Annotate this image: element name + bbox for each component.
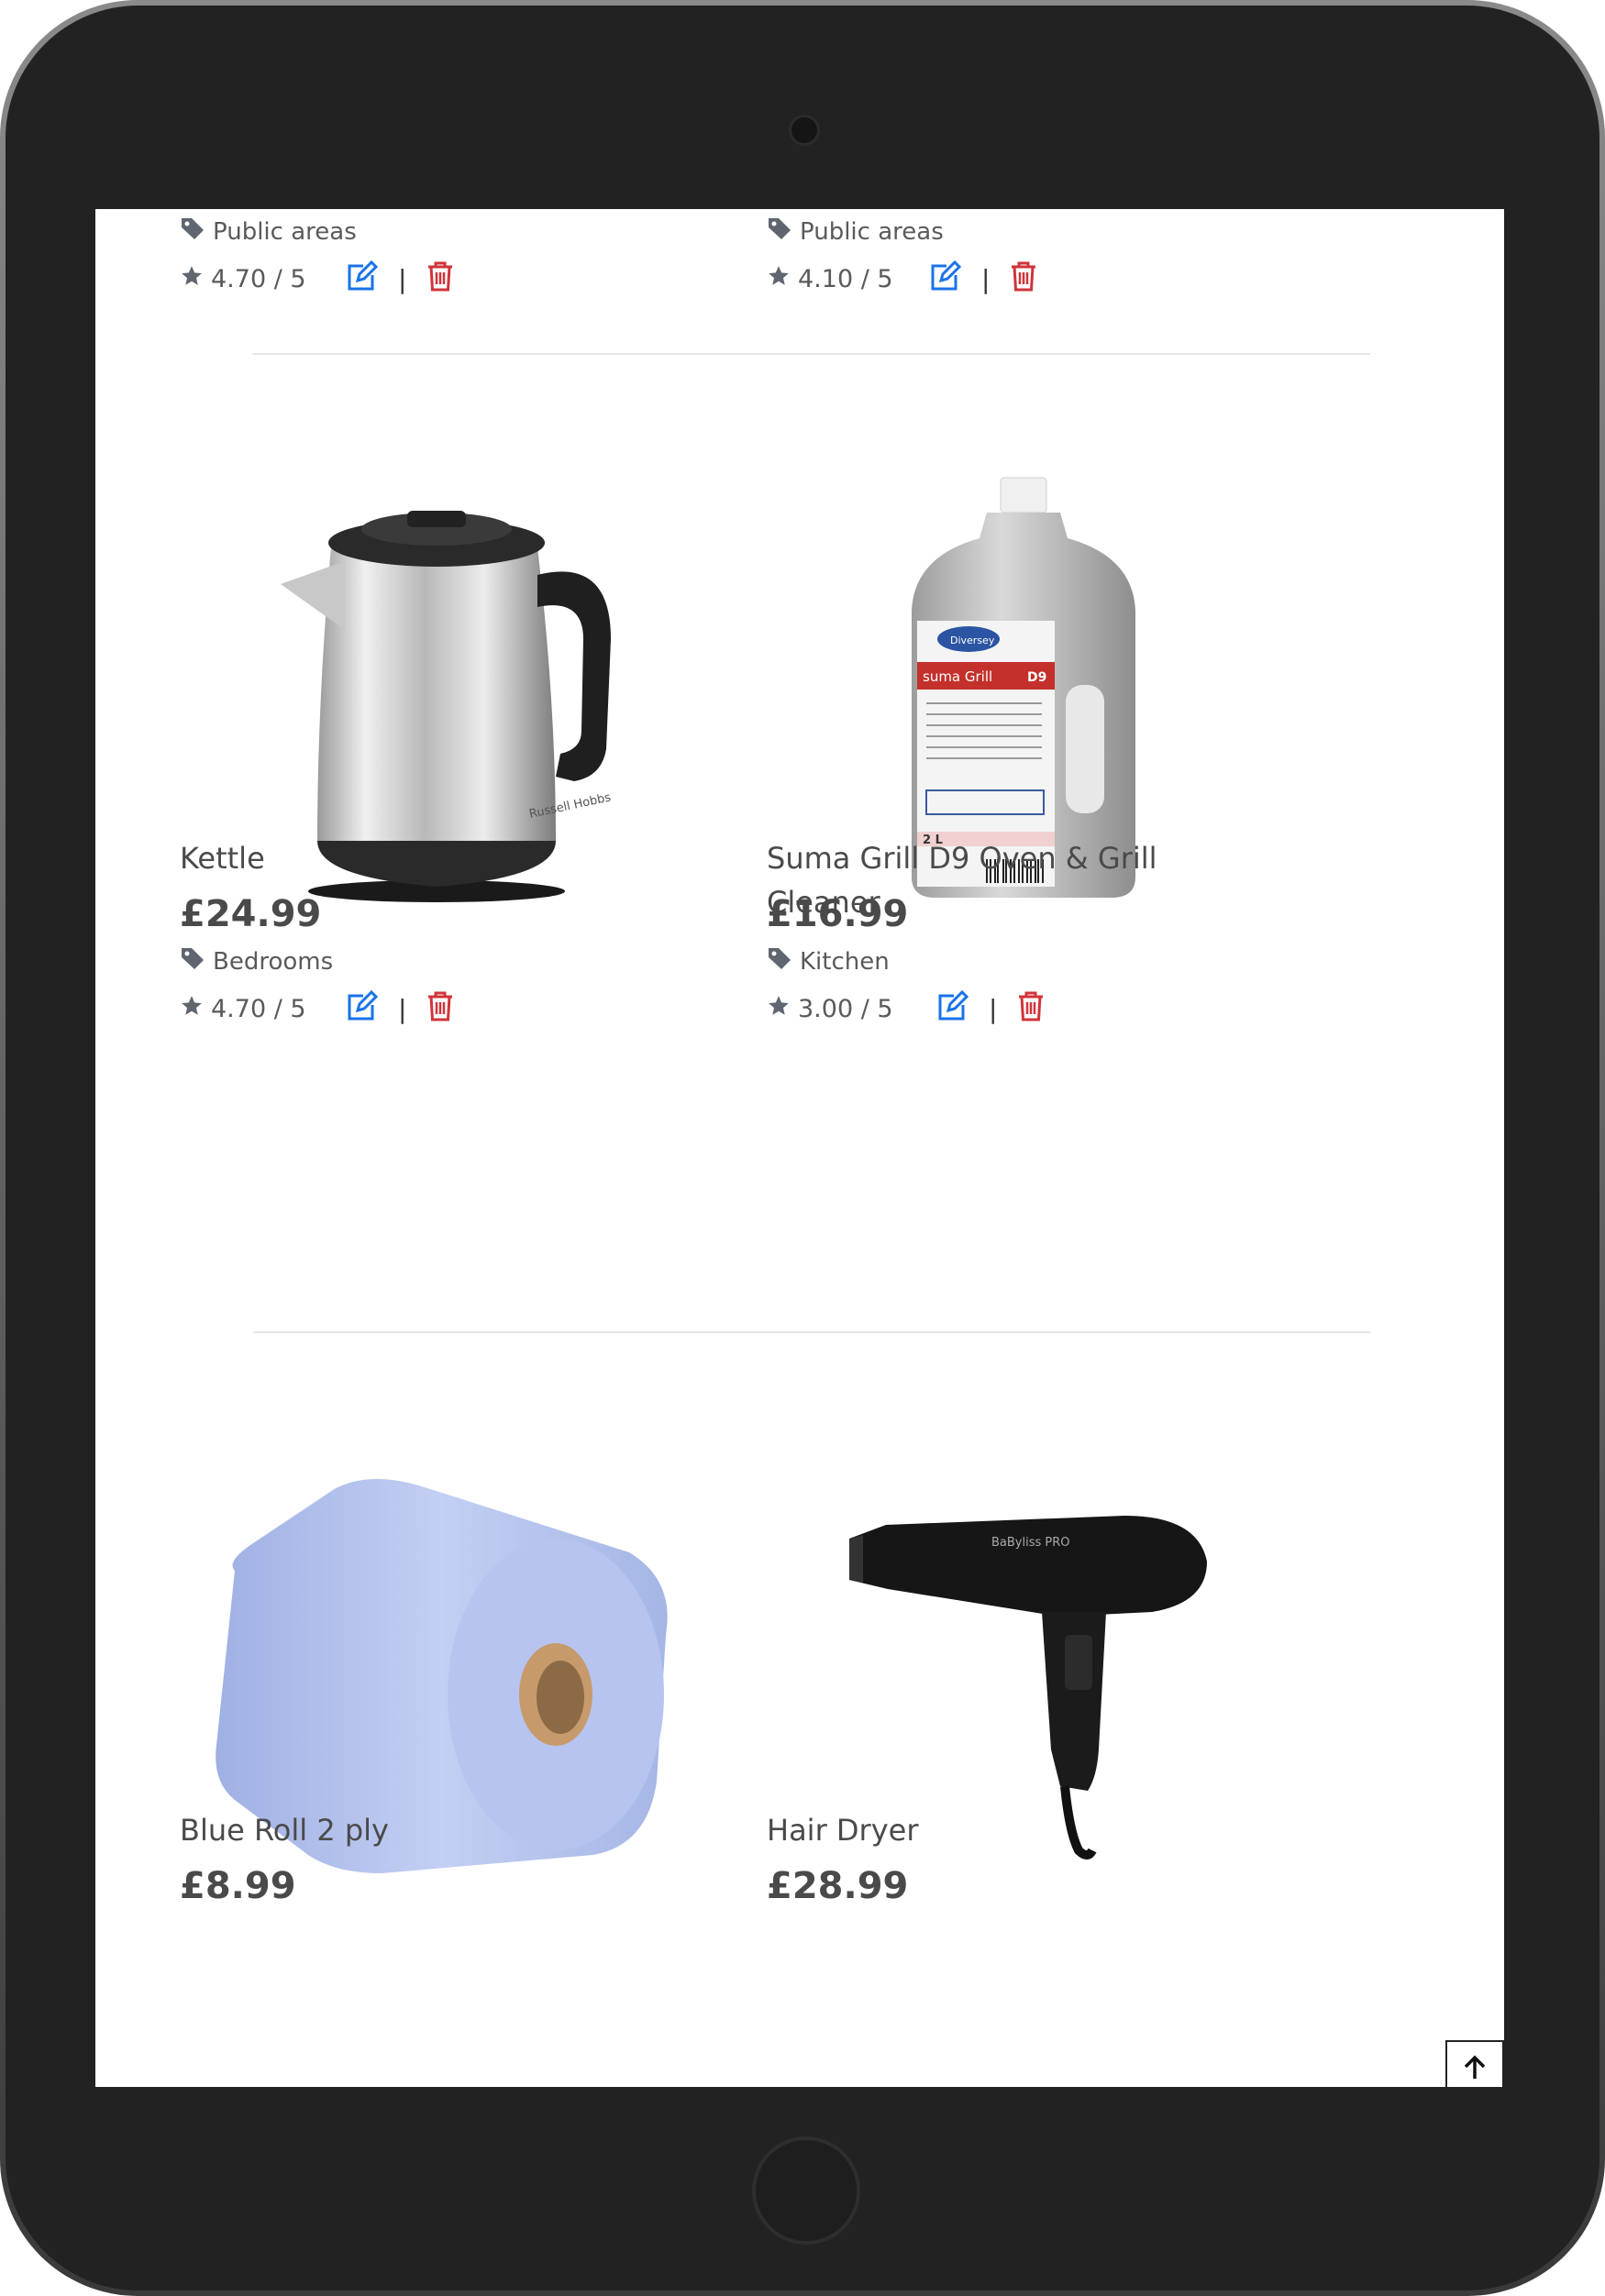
tag-icon — [767, 216, 792, 247]
row-divider — [253, 353, 1370, 355]
star-icon — [767, 264, 791, 294]
product-meta: 4.10 / 5 | — [767, 259, 1037, 298]
rating: 3.00 / 5 — [767, 994, 935, 1024]
rating: 4.10 / 5 — [767, 264, 928, 294]
star-icon — [180, 264, 204, 294]
product-grid: Public areas 4.70 / 5 | Public areas 4.1… — [95, 209, 1504, 2087]
category-tag: Public areas — [180, 216, 357, 247]
category-label: Public areas — [800, 217, 944, 246]
category-label: Kitchen — [800, 947, 890, 976]
rating-value: 4.70 / 5 — [211, 265, 306, 293]
rating: 4.70 / 5 — [180, 994, 345, 1024]
edit-button[interactable] — [345, 259, 379, 298]
separator: | — [398, 264, 407, 294]
row-divider — [253, 1331, 1370, 1333]
product-title[interactable]: Hair Dryer — [767, 1808, 1244, 1852]
separator: | — [989, 994, 998, 1024]
edit-button[interactable] — [345, 989, 379, 1028]
edit-icon — [935, 989, 969, 1028]
category-label: Public areas — [213, 217, 357, 246]
delete-button[interactable] — [426, 260, 454, 298]
tablet-frame: Public areas 4.70 / 5 | Public areas 4.1… — [0, 0, 1605, 2296]
screen: Public areas 4.70 / 5 | Public areas 4.1… — [95, 209, 1504, 2087]
tag-icon — [180, 946, 205, 977]
category-tag: Bedrooms — [180, 946, 333, 977]
delete-button[interactable] — [1010, 260, 1037, 298]
category-tag: Kitchen — [767, 946, 890, 977]
product-price: £28.99 — [767, 1865, 909, 1907]
edit-button[interactable] — [928, 259, 962, 298]
edit-button[interactable] — [935, 989, 969, 1028]
trash-icon — [1017, 990, 1045, 1028]
separator: | — [398, 994, 407, 1024]
cleaner-code-label: D9 — [1027, 670, 1046, 685]
product-meta: 4.70 / 5 | — [180, 259, 454, 298]
tag-icon — [767, 946, 792, 977]
delete-button[interactable] — [1017, 990, 1045, 1028]
edit-icon — [928, 259, 962, 298]
home-button[interactable] — [752, 2136, 860, 2245]
trash-icon — [426, 990, 454, 1028]
star-icon — [767, 994, 791, 1024]
cleaner-brand-label: Diversey — [950, 635, 995, 646]
rating-value: 4.10 / 5 — [798, 265, 893, 293]
hairdryer-brand-label: BaByliss PRO — [991, 1536, 1070, 1550]
product-title[interactable]: Kettle — [180, 836, 657, 880]
product-price: £24.99 — [180, 893, 322, 935]
rating: 4.70 / 5 — [180, 264, 345, 294]
arrow-up-icon — [1461, 2054, 1489, 2086]
product-price: £16.99 — [767, 893, 909, 935]
camera-icon — [789, 115, 820, 146]
category-label: Bedrooms — [213, 947, 334, 976]
product-price: £8.99 — [180, 1865, 296, 1907]
category-tag: Public areas — [767, 216, 944, 247]
trash-icon — [426, 260, 454, 298]
tag-icon — [180, 216, 205, 247]
product-meta: 4.70 / 5 | — [180, 989, 454, 1028]
product-title[interactable]: Blue Roll 2 ply — [180, 1808, 657, 1852]
delete-button[interactable] — [426, 990, 454, 1028]
edit-icon — [345, 989, 379, 1028]
scroll-to-top-button[interactable] — [1445, 2040, 1504, 2087]
product-meta: 3.00 / 5 | — [767, 989, 1045, 1028]
star-icon — [180, 994, 204, 1024]
trash-icon — [1010, 260, 1037, 298]
cleaner-line-label: suma Grill — [923, 668, 992, 685]
edit-icon — [345, 259, 379, 298]
rating-value: 3.00 / 5 — [798, 995, 893, 1023]
separator: | — [981, 264, 991, 294]
rating-value: 4.70 / 5 — [211, 995, 306, 1023]
